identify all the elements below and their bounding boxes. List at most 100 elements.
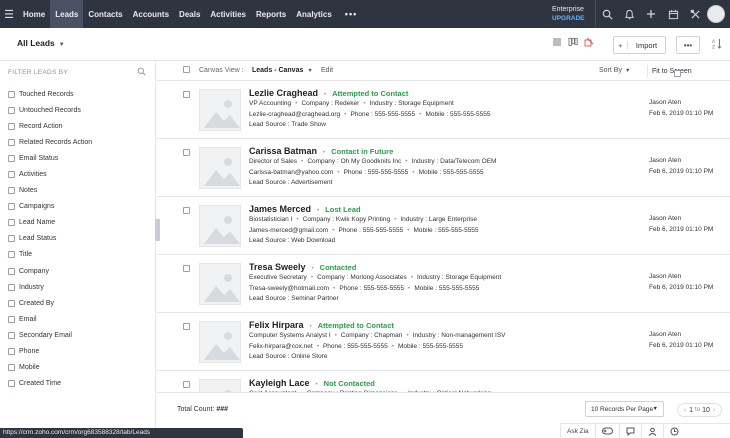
canvas-view-selector[interactable]: Leads - Canvas ▼ <box>252 67 313 74</box>
lead-email[interactable]: Tresa-sweely@hotmail.com <box>249 285 329 292</box>
checkbox[interactable] <box>8 267 15 275</box>
lead-card[interactable]: Carissa Batman • Contact in Future Director… <box>157 139 730 197</box>
filter-item[interactable]: Industry <box>8 279 92 295</box>
search-icon[interactable] <box>137 67 146 78</box>
filter-item[interactable]: Touched Records <box>8 86 92 102</box>
plus-icon[interactable] <box>640 0 662 28</box>
records-per-page-select[interactable]: 10 Records Per Page ▼ <box>585 401 664 417</box>
lead-card[interactable]: Kayleigh Lace•Not ContactedCost Accounta… <box>157 371 730 392</box>
contacts-icon[interactable] <box>640 423 663 438</box>
filter-item[interactable]: Record Action <box>8 118 92 134</box>
checkbox[interactable] <box>8 299 15 307</box>
user-avatar[interactable] <box>707 5 725 23</box>
filter-item[interactable]: Activities <box>8 166 92 182</box>
filter-item[interactable]: Campaigns <box>8 199 92 215</box>
lead-name[interactable]: Kayleigh Lace <box>249 378 310 388</box>
lead-checkbox[interactable] <box>183 149 190 156</box>
filter-item[interactable]: Notes <box>8 183 92 199</box>
filter-item[interactable]: Created Time <box>8 376 92 392</box>
checkbox[interactable] <box>8 235 15 243</box>
checkbox[interactable] <box>8 138 15 146</box>
lead-card[interactable]: James Merced • Lost Lead Biostatistician I •… <box>157 197 730 255</box>
fit-to-screen-toggle[interactable]: Fit to Screen <box>647 65 692 77</box>
nav-home[interactable]: Home <box>18 0 50 28</box>
filter-item[interactable]: Lead Name <box>8 215 92 231</box>
lead-email[interactable]: Felix-hirpara@cox.net <box>249 343 313 350</box>
search-icon[interactable] <box>596 0 618 28</box>
chat-icon[interactable] <box>618 423 641 438</box>
checkbox[interactable] <box>8 364 15 372</box>
sort-by-dropdown[interactable]: Sort By ▼ <box>599 67 630 74</box>
more-actions-button[interactable]: ••• <box>676 36 700 54</box>
checkbox[interactable] <box>8 219 15 227</box>
lead-email[interactable]: James-merced@gmail.com <box>249 227 328 234</box>
filter-item[interactable]: Title <box>8 247 92 263</box>
filter-item[interactable]: Untouched Records <box>8 102 92 118</box>
lead-name[interactable]: James Merced <box>249 204 311 214</box>
upgrade-link[interactable]: UPGRADE <box>552 15 585 22</box>
lead-name[interactable]: Felix Hirpara <box>249 320 304 330</box>
lead-email[interactable]: Carissa-batman@yahoo.com <box>249 169 333 176</box>
filter-item[interactable]: Phone <box>8 344 92 360</box>
hamburger-icon[interactable]: ☰ <box>0 0 18 28</box>
lead-card[interactable]: Felix Hirpara • Attempted to Contact Comput… <box>157 313 730 371</box>
checkbox[interactable] <box>8 203 15 211</box>
sort-az-icon[interactable]: AZ <box>712 38 722 51</box>
filter-item[interactable]: Company <box>8 263 92 279</box>
lead-name[interactable]: Carissa Batman <box>249 146 317 156</box>
calendar-icon[interactable] <box>662 0 684 28</box>
checkbox[interactable] <box>8 380 15 388</box>
history-icon[interactable] <box>662 423 685 438</box>
checkbox[interactable] <box>8 315 15 323</box>
lead-checkbox[interactable] <box>183 207 190 214</box>
checkbox[interactable] <box>674 70 681 77</box>
list-view-icon[interactable] <box>552 37 562 49</box>
view-selector[interactable]: All Leads ▼ <box>17 38 65 48</box>
lead-checkbox[interactable] <box>183 265 190 272</box>
nav-activities[interactable]: Activities <box>205 0 251 28</box>
nav-analytics[interactable]: Analytics <box>291 0 337 28</box>
filter-item[interactable]: Secondary Email <box>8 327 92 343</box>
checkbox[interactable] <box>8 187 15 195</box>
lead-checkbox[interactable] <box>183 323 190 330</box>
filter-item[interactable]: Email Status <box>8 150 92 166</box>
lead-name[interactable]: Tresa Sweely <box>249 262 306 272</box>
canvas-view-icon[interactable] <box>584 37 594 49</box>
filter-item[interactable]: Mobile <box>8 360 92 376</box>
checkbox[interactable] <box>8 251 15 259</box>
checkbox[interactable] <box>8 122 15 130</box>
lead-checkbox[interactable] <box>183 91 190 98</box>
bell-icon[interactable] <box>618 0 640 28</box>
select-all-checkbox[interactable] <box>183 66 190 73</box>
checkbox[interactable] <box>8 106 15 114</box>
filter-item[interactable]: Lead Status <box>8 231 92 247</box>
checkbox[interactable] <box>8 348 15 356</box>
gamepad-icon[interactable] <box>594 423 619 438</box>
filter-item[interactable]: Related Records Action <box>8 134 92 150</box>
checkbox[interactable] <box>8 90 15 98</box>
edit-canvas-link[interactable]: Edit <box>321 67 333 74</box>
filter-item[interactable]: Created By <box>8 295 92 311</box>
checkbox[interactable] <box>8 283 15 291</box>
checkbox[interactable] <box>8 331 15 339</box>
nav-accounts[interactable]: Accounts <box>128 0 174 28</box>
filter-item[interactable]: Email <box>8 311 92 327</box>
next-page-button[interactable]: › <box>713 407 715 414</box>
tools-icon[interactable] <box>684 0 706 28</box>
nav-leads[interactable]: Leads <box>50 0 84 28</box>
lead-checkbox[interactable] <box>183 381 190 388</box>
lead-card[interactable]: Tresa Sweely • Contacted Executive Secretar… <box>157 255 730 313</box>
kanban-view-icon[interactable] <box>568 37 578 49</box>
nav-more-button[interactable]: ••• <box>337 0 365 28</box>
nav-reports[interactable]: Reports <box>251 0 291 28</box>
lead-email[interactable]: Lezlie-craghead@craghead.org <box>249 111 340 118</box>
checkbox[interactable] <box>8 154 15 162</box>
nav-deals[interactable]: Deals <box>174 0 205 28</box>
import-button[interactable]: + Import <box>613 36 666 54</box>
nav-contacts[interactable]: Contacts <box>83 0 127 28</box>
lead-card[interactable]: Lezlie Craghead • Attempted to Contact VP A… <box>157 81 730 139</box>
ask-zia-button[interactable]: Ask Zia <box>560 423 595 438</box>
lead-name[interactable]: Lezlie Craghead <box>249 88 318 98</box>
prev-page-button[interactable]: ‹ <box>684 407 686 414</box>
checkbox[interactable] <box>8 171 15 179</box>
